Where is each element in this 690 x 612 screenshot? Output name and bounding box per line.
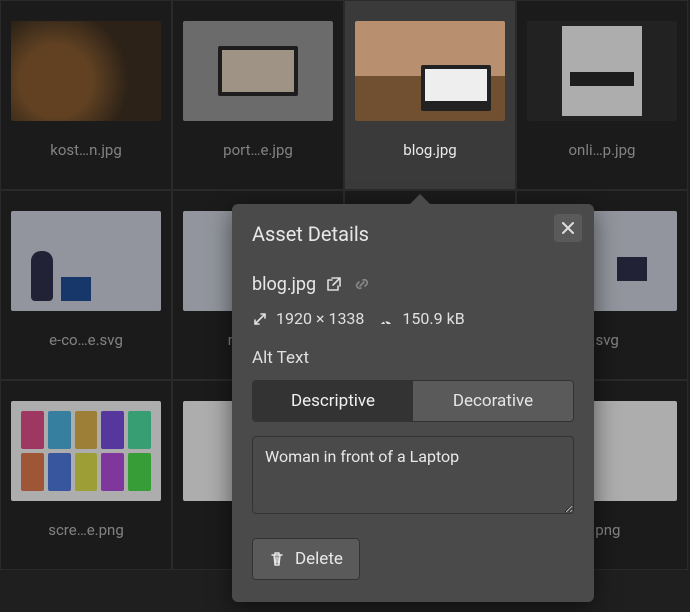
popover-title: Asset Details xyxy=(252,222,574,246)
filename-label: blog.jpg xyxy=(345,141,515,173)
thumbnail xyxy=(11,401,161,501)
delete-button[interactable]: Delete xyxy=(252,538,360,580)
asset-details-popover: Asset Details blog.jpg 1920 × 1338 150.9… xyxy=(232,204,594,602)
asset-cell-selected[interactable]: blog.jpg xyxy=(344,0,516,190)
asset-cell[interactable]: port…e.jpg xyxy=(172,0,344,190)
trash-icon xyxy=(269,551,285,567)
close-icon xyxy=(562,222,574,234)
filename-label: onli…p.jpg xyxy=(517,141,687,173)
metadata-row: 1920 × 1338 150.9 kB xyxy=(252,309,574,328)
asset-filename: blog.jpg xyxy=(252,274,316,295)
asset-cell[interactable]: scre…e.png xyxy=(0,380,172,570)
seg-descriptive-button[interactable]: Descriptive xyxy=(253,381,413,421)
filename-label: e-co…e.svg xyxy=(1,331,171,363)
thumbnail xyxy=(11,21,161,121)
seg-decorative-button[interactable]: Decorative xyxy=(413,381,573,421)
filename-row: blog.jpg xyxy=(252,274,574,295)
filesize-icon xyxy=(378,311,394,327)
dimensions-value: 1920 × 1338 xyxy=(276,309,364,328)
delete-label: Delete xyxy=(295,549,343,569)
alt-text-input[interactable]: Woman in front of a Laptop xyxy=(252,436,574,514)
thumbnail xyxy=(527,21,677,121)
dimensions-icon xyxy=(252,311,268,327)
alt-text-label: Alt Text xyxy=(252,348,574,368)
thumbnail xyxy=(183,21,333,121)
link-icon[interactable] xyxy=(354,276,372,294)
asset-cell[interactable]: onli…p.jpg xyxy=(516,0,688,190)
thumbnail xyxy=(11,211,161,311)
filename-label: kost…n.jpg xyxy=(1,141,171,173)
filename-label: port…e.jpg xyxy=(173,141,343,173)
asset-cell[interactable]: e-co…e.svg xyxy=(0,190,172,380)
thumbnail xyxy=(355,21,505,121)
alt-text-mode-segmented: Descriptive Decorative xyxy=(252,380,574,422)
filesize-value: 150.9 kB xyxy=(402,309,464,328)
close-button[interactable] xyxy=(554,214,582,242)
open-external-icon[interactable] xyxy=(326,276,344,294)
asset-cell[interactable]: kost…n.jpg xyxy=(0,0,172,190)
filename-label: scre…e.png xyxy=(1,521,171,553)
